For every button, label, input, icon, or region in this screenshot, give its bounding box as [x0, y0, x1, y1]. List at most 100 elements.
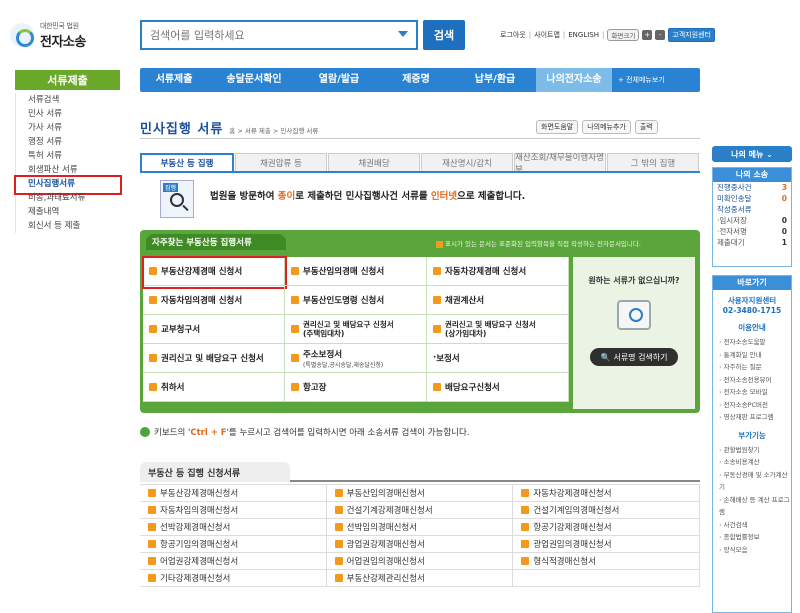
quick-link[interactable]: 통계화일 안내	[713, 349, 791, 362]
document-cell[interactable]: 부동산임의경매 신청서	[285, 257, 427, 286]
document-cell[interactable]: 자동차강제경매 신청서	[427, 257, 569, 286]
document-cell[interactable]: 항고장	[285, 373, 427, 402]
document-list-item[interactable]: 광업권강제경매신청서	[326, 536, 514, 553]
left-menu-item[interactable]: 민사집행서류	[14, 175, 122, 195]
my-case-label: 진행중사건	[717, 183, 752, 192]
my-menu-button[interactable]: 나의 메뉴 ⌄	[712, 146, 792, 162]
document-cell[interactable]: 채권계산서	[427, 286, 569, 315]
quick-link[interactable]: 전자소송PC버전	[713, 399, 791, 412]
my-case-row[interactable]: 진행중사건 3	[713, 182, 791, 193]
my-case-row[interactable]: 미확인송달 0	[713, 193, 791, 204]
document-cell[interactable]: 부동산강제경매 신청서	[142, 256, 287, 289]
top-nav-item[interactable]: 송달문서확인	[208, 68, 300, 92]
quick-link[interactable]: 전자소송도움말	[713, 336, 791, 349]
left-menu-item[interactable]: 회신서 등 제출	[16, 219, 120, 233]
quick-link[interactable]: 종합법률정보	[713, 531, 791, 544]
zoom-in-button[interactable]: +	[642, 30, 653, 40]
left-menu-item[interactable]: 특허 서류	[16, 149, 120, 163]
all-menu-link[interactable]: + 전체메뉴보기	[618, 75, 665, 85]
dropdown-caret-icon[interactable]	[398, 31, 408, 37]
document-list-item[interactable]: 어업권임의경매신청서	[326, 553, 514, 570]
quick-link[interactable]: 관할법원찾기	[713, 444, 791, 457]
document-list-item[interactable]: 광업권임의경매신청서	[513, 536, 700, 553]
add-my-menu-button[interactable]: 나의메뉴추가	[582, 120, 631, 134]
category-tab[interactable]: 채권압류 등	[235, 153, 327, 171]
document-list-item[interactable]: 선박강제경매신청서	[140, 519, 327, 536]
document-cell[interactable]: 배당요구신청서	[427, 373, 569, 402]
document-cell[interactable]: 부동산인도명령 신청서	[285, 286, 427, 315]
left-menu-item[interactable]: 가사 서류	[16, 121, 120, 135]
category-tab[interactable]: 재산조회/채무불이행자명부	[514, 153, 606, 175]
top-nav-item[interactable]: 납부/환급	[454, 68, 536, 92]
category-tab[interactable]: 채권배당	[328, 153, 420, 171]
left-menu-item[interactable]: 민사 서류	[16, 107, 120, 121]
e-document-mark-icon	[334, 557, 343, 565]
document-cell[interactable]: 권리신고 및 배당요구 신청서	[143, 344, 285, 373]
document-list-item[interactable]: 자동차강제경매신청서	[513, 485, 700, 502]
sitemap-link[interactable]: 사이트맵	[534, 30, 560, 40]
document-cell[interactable]: 권리신고 및 배당요구 신청서 (주택임대차)	[285, 315, 427, 344]
my-case-label: 미확인송달	[717, 194, 752, 203]
left-menu-item[interactable]: 제출내역	[16, 205, 120, 219]
document-name-search-button[interactable]: 🔍 서류명 검색하기	[590, 348, 678, 366]
my-case-row[interactable]: ·전자서명 0	[713, 226, 791, 237]
info-icon	[140, 427, 150, 437]
quick-link[interactable]: 양식모음	[713, 544, 791, 557]
document-list-item[interactable]: 부동산임의경매신청서	[326, 485, 514, 502]
document-list-label: 부동산임의경매신청서	[346, 489, 425, 499]
document-list-item[interactable]: 기타강제경매신청서	[140, 570, 327, 587]
quick-link[interactable]: 전자소송 모바일	[713, 386, 791, 399]
logout-link[interactable]: 로그아웃	[500, 30, 526, 40]
quick-link[interactable]: 소송비용계산	[713, 456, 791, 469]
document-list-item[interactable]: 선박임의경매신청서	[326, 519, 514, 536]
top-nav-item[interactable]: 제증명	[378, 68, 454, 92]
document-cell[interactable]: 권리신고 및 배당요구 신청서 (상가임대차)	[427, 315, 569, 344]
court-logo[interactable]: 대한민국 법원 전자소송	[10, 20, 120, 50]
e-document-mark-icon	[334, 523, 343, 531]
document-list-label: 선박강제경매신청서	[160, 523, 231, 533]
document-cell[interactable]: 교부청구서	[143, 315, 285, 344]
document-cell[interactable]: 주소보정서 (특별송달,공시송달,재송달신청)	[285, 344, 427, 373]
document-list-item[interactable]: 자동차임의경매신청서	[140, 502, 327, 519]
document-list-item[interactable]: 건설기계강제경매신청서	[326, 502, 514, 519]
search-button[interactable]: 검색	[423, 20, 465, 50]
top-nav-item[interactable]: 열람/발급	[300, 68, 378, 92]
english-link[interactable]: ENGLISH	[568, 31, 599, 39]
document-list-item[interactable]: 항공기강제경매신청서	[513, 519, 700, 536]
document-list-item[interactable]: 건설기계임의경매신청서	[513, 502, 700, 519]
document-list-title: 부동산 등 집행 신청서류	[140, 462, 290, 482]
support-center-link[interactable]: 고객지원센터	[668, 28, 715, 42]
search-input[interactable]	[142, 23, 392, 47]
category-tab[interactable]: 부동산 등 집행	[140, 153, 234, 171]
document-list-label: 자동차임의경매신청서	[160, 506, 239, 516]
document-cell[interactable]: 자동차임의경매 신청서	[143, 286, 285, 315]
document-list-item[interactable]: 부동산강제관리신청서	[326, 570, 514, 587]
help-button[interactable]: 화면도움말	[536, 120, 579, 134]
document-list-item[interactable]: 항공기임의경매신청서	[140, 536, 327, 553]
my-case-row[interactable]: ·임시저장 0	[713, 215, 791, 226]
quick-link[interactable]: 자주하는 질문	[713, 361, 791, 374]
support-contact: 사용자지원센터 02-3480-1715	[713, 296, 791, 316]
document-cell[interactable]: 취하서	[143, 373, 285, 402]
top-nav-item[interactable]: 나의전자소송	[536, 68, 612, 92]
quick-link[interactable]: 전자소송전용뷰어	[713, 374, 791, 387]
zoom-out-button[interactable]: -	[655, 30, 666, 40]
document-cell[interactable]: · 보정서	[427, 344, 569, 373]
quick-link[interactable]: 손해배상 등 계산 프로그램	[713, 494, 791, 519]
document-list-item[interactable]: 어업권강제경매신청서	[140, 553, 327, 570]
print-button[interactable]: 출력	[634, 120, 658, 134]
my-case-row[interactable]: 제출대기 1	[713, 237, 791, 248]
quick-link[interactable]: 부동산경매 및 소가계산기	[713, 469, 791, 494]
document-list-item[interactable]: 부동산강제경매신청서	[140, 485, 327, 502]
top-nav-item[interactable]: 서류제출	[140, 68, 208, 92]
document-list-item[interactable]: 형식적경매신청서	[513, 553, 700, 570]
quick-link[interactable]: 영상재판 프로그램	[713, 411, 791, 424]
category-tab[interactable]: 재산명시/감치	[421, 153, 513, 171]
my-case-row[interactable]: 작성중서류	[713, 204, 791, 215]
e-document-mark-icon	[334, 540, 343, 548]
left-menu-item[interactable]: 서류검색	[16, 93, 120, 107]
left-menu-item[interactable]: 비송,과태료서류	[16, 191, 120, 205]
quick-link[interactable]: 사건검색	[713, 519, 791, 532]
category-tab[interactable]: 그 밖의 집행	[607, 153, 699, 171]
left-menu-item[interactable]: 행정 서류	[16, 135, 120, 149]
